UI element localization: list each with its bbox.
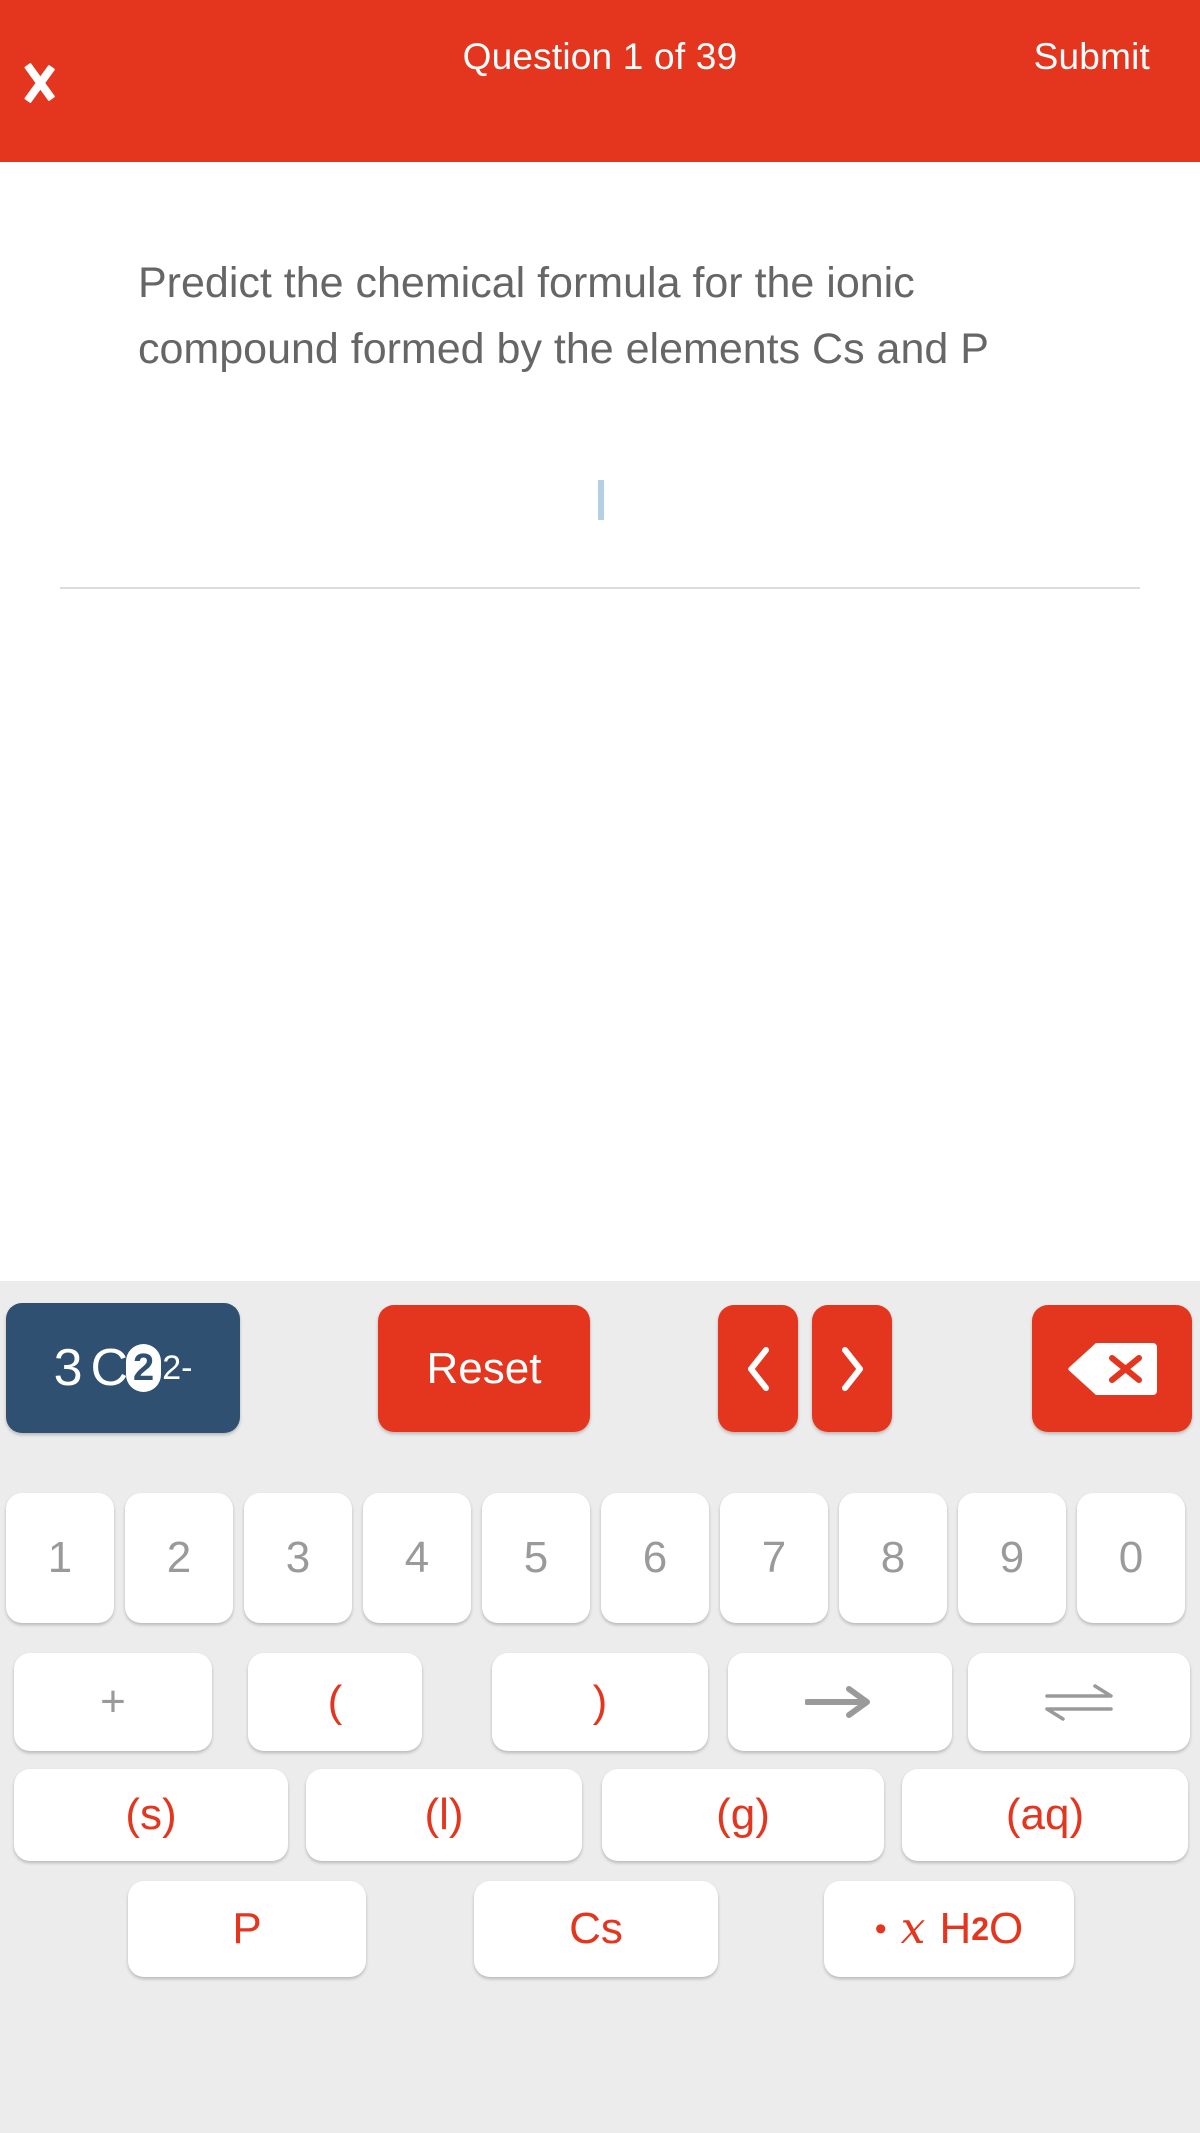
state-aqueous-key[interactable]: (aq)	[902, 1769, 1188, 1861]
app-root: Question 1 of 39 Submit Predict the chem…	[0, 0, 1200, 2133]
number-key-8[interactable]: 8	[839, 1493, 947, 1623]
state-liquid-key[interactable]: (l)	[306, 1769, 582, 1861]
nav-previous-button[interactable]	[718, 1305, 798, 1432]
open-paren-key[interactable]: (	[248, 1653, 422, 1751]
chevron-right-icon	[842, 1346, 863, 1391]
question-prompt: Predict the chemical formula for the ion…	[138, 259, 989, 373]
state-gas-key[interactable]: (g)	[602, 1769, 884, 1861]
hydrate-formula-main: H	[939, 1904, 972, 1953]
equilibrium-arrow-icon	[1045, 1684, 1113, 1721]
hydrate-dot-icon: •	[874, 1910, 887, 1948]
element-p-key[interactable]: P	[128, 1881, 366, 1977]
state-solid-key[interactable]: (s)	[14, 1769, 288, 1861]
number-key-5[interactable]: 5	[482, 1493, 590, 1623]
app-header: Question 1 of 39 Submit	[0, 0, 1200, 162]
plus-key[interactable]: +	[14, 1653, 212, 1751]
formula-coefficient: 3	[53, 1339, 83, 1397]
keyboard-element-row: P Cs • x H 2 O	[0, 1881, 1200, 1977]
hydrate-formula-tail: O	[989, 1904, 1024, 1953]
formula-symbol: C	[90, 1339, 129, 1397]
equilibrium-arrow-key[interactable]	[968, 1653, 1190, 1751]
submit-button[interactable]: Submit	[1034, 36, 1150, 78]
number-key-2[interactable]: 2	[125, 1493, 233, 1623]
keyboard-toolbar-row: 3 C 2 2- Reset	[0, 1303, 1200, 1433]
number-key-6[interactable]: 6	[601, 1493, 709, 1623]
backspace-delete-icon	[1068, 1342, 1157, 1395]
close-paren-key[interactable]: )	[492, 1653, 708, 1751]
number-key-3[interactable]: 3	[244, 1493, 352, 1623]
right-arrow-icon	[805, 1686, 870, 1718]
hydrate-variable: x	[900, 1903, 926, 1954]
formula-preview-display[interactable]: 3 C 2 2-	[6, 1303, 240, 1433]
element-cs-key[interactable]: Cs	[474, 1881, 718, 1977]
reset-button[interactable]: Reset	[378, 1305, 590, 1432]
answer-divider	[60, 587, 1140, 589]
formula-superscript: 2-	[162, 1348, 193, 1387]
text-caret	[598, 480, 604, 520]
number-key-0[interactable]: 0	[1077, 1493, 1185, 1623]
number-key-1[interactable]: 1	[6, 1493, 114, 1623]
keyboard-number-row: 1 2 3 4 5 6 7 8 9 0	[0, 1493, 1200, 1623]
keyboard-symbol-row: + ( )	[0, 1653, 1200, 1751]
page-title: Question 1 of 39	[462, 36, 738, 77]
number-key-9[interactable]: 9	[958, 1493, 1066, 1623]
chemistry-keyboard: 3 C 2 2- Reset 1 2 3 4 5 6 7 8 9 0 + ()…	[0, 1281, 1200, 2133]
reaction-arrow-key[interactable]	[728, 1653, 952, 1751]
hydrate-key[interactable]: • x H 2 O	[824, 1881, 1074, 1977]
chevron-left-icon	[748, 1346, 769, 1391]
number-key-4[interactable]: 4	[363, 1493, 471, 1623]
keyboard-state-row: (s) (l) (g) (aq)	[0, 1769, 1200, 1861]
nav-next-button[interactable]	[812, 1305, 892, 1432]
answer-input[interactable]	[60, 462, 1140, 572]
question-area: Predict the chemical formula for the ion…	[0, 162, 1200, 1281]
hydrate-formula-subscript: 2	[971, 1911, 990, 1947]
backspace-button[interactable]	[1032, 1305, 1192, 1432]
formula-subscript: 2	[126, 1344, 162, 1392]
number-key-7[interactable]: 7	[720, 1493, 828, 1623]
